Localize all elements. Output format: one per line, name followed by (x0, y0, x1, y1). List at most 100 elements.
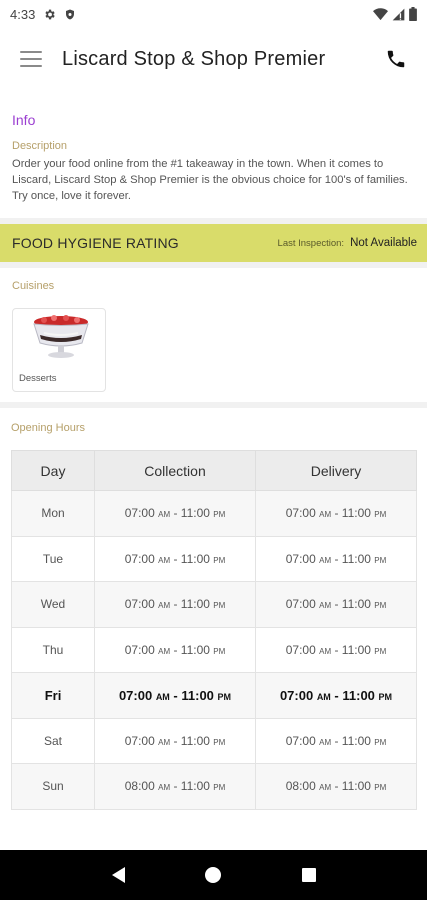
pm-label: PM (213, 601, 226, 611)
menu-icon[interactable] (20, 51, 42, 67)
delivery-hours-cell: 07:00 AM - 11:00 PM (255, 717, 417, 764)
time-separator: - (331, 779, 342, 794)
collection-close-time: 11:00 (180, 551, 210, 566)
header-day: Day (11, 450, 95, 491)
pm-label: PM (213, 555, 226, 565)
pm-label: PM (213, 646, 226, 656)
time-separator: - (331, 551, 342, 566)
collection-hours-cell: 07:00 AM - 11:00 PM (94, 717, 256, 764)
collection-hours-cell: 07:00 AM - 11:00 PM (94, 490, 256, 537)
pm-label: PM (374, 737, 387, 747)
description-label: Description (12, 140, 68, 152)
delivery-hours-cell: 07:00 AM - 11:00 PM (255, 490, 417, 537)
pm-label: PM (213, 783, 226, 793)
time-separator: - (170, 642, 181, 657)
delivery-close-time: 11:00 (341, 779, 371, 794)
collection-open-time: 07:00 (118, 687, 153, 703)
day-cell: Fri (11, 672, 95, 719)
collection-open-time: 07:00 (124, 733, 155, 748)
app-bar: Liscard Stop & Shop Premier (0, 28, 427, 90)
collection-hours-cell: 07:00 AM - 11:00 PM (94, 535, 256, 582)
wifi-icon (373, 7, 388, 21)
delivery-open-time: 07:00 (279, 687, 314, 703)
system-nav-bar (0, 850, 427, 900)
delivery-close-time: 11:00 (341, 733, 371, 748)
day-cell: Thu (11, 626, 95, 673)
description-text: Order your food online from the #1 takea… (12, 158, 408, 202)
day-cell: Wed (11, 581, 95, 628)
header-collection: Collection (94, 450, 256, 491)
collection-open-time: 08:00 (124, 779, 155, 794)
delivery-open-time: 07:00 (285, 642, 316, 657)
header-delivery: Delivery (255, 450, 417, 491)
phone-icon[interactable] (383, 46, 409, 72)
delivery-open-time: 07:00 (285, 597, 316, 612)
collection-close-time: 11:00 (181, 687, 214, 703)
collection-close-time: 11:00 (180, 506, 210, 521)
am-label: AM (158, 601, 171, 611)
collection-open-time: 07:00 (124, 642, 155, 657)
pm-label: PM (374, 783, 387, 793)
am-label: AM (319, 555, 332, 565)
am-label: AM (319, 601, 332, 611)
pm-label: PM (217, 691, 232, 702)
collection-hours-cell: 07:00 AM - 11:00 PM (94, 581, 256, 628)
cuisine-card-desserts[interactable]: Desserts (12, 308, 106, 392)
am-label: AM (319, 646, 332, 656)
time-separator: - (170, 779, 181, 794)
collection-close-time: 11:00 (180, 597, 210, 612)
collection-hours-cell: 07:00 AM - 11:00 PM (94, 626, 256, 673)
collection-open-time: 07:00 (124, 597, 155, 612)
table-row: Fri 07:00 AM - 11:00 PM 07:00 AM - 11:00 P… (11, 672, 417, 719)
hygiene-rating-bar: FOOD HYGIENE RATING Last Inspection: Not… (0, 224, 427, 262)
pm-label: PM (374, 646, 387, 656)
recents-icon[interactable] (295, 861, 323, 889)
am-label: AM (158, 646, 171, 656)
hygiene-title: FOOD HYGIENE RATING (12, 235, 179, 251)
am-label: AM (158, 783, 171, 793)
status-time: 4:33 (10, 6, 36, 22)
day-cell: Mon (11, 490, 95, 537)
collection-close-time: 11:00 (180, 733, 210, 748)
page-title: Liscard Stop & Shop Premier (62, 47, 326, 70)
time-separator: - (170, 597, 181, 612)
table-row: Mon 07:00 AM - 11:00 PM 07:00 AM - 11:00 P… (11, 490, 417, 537)
table-row: Sat 07:00 AM - 11:00 PM 07:00 AM - 11:00 P… (11, 717, 417, 764)
time-separator: - (170, 733, 181, 748)
last-inspection-value: Not Available (350, 237, 417, 249)
time-separator: - (331, 733, 342, 748)
last-inspection-label: Last Inspection: (277, 237, 345, 249)
day-cell: Tue (11, 535, 95, 582)
delivery-hours-cell: 08:00 AM - 11:00 PM (255, 763, 417, 810)
opening-hours-label: Opening Hours (11, 422, 85, 434)
battery-icon (409, 7, 417, 21)
collection-close-time: 11:00 (180, 642, 210, 657)
collection-open-time: 07:00 (124, 551, 155, 566)
delivery-open-time: 07:00 (285, 551, 316, 566)
delivery-hours-cell: 07:00 AM - 11:00 PM (255, 672, 417, 719)
am-label: AM (155, 691, 170, 702)
table-row: Thu 07:00 AM - 11:00 PM 07:00 AM - 11:00 P… (11, 626, 417, 673)
cuisine-name: Desserts (19, 373, 57, 384)
delivery-close-time: 11:00 (341, 597, 371, 612)
table-row: Wed 07:00 AM - 11:00 PM 07:00 AM - 11:00 P… (11, 581, 417, 628)
back-icon[interactable] (104, 861, 132, 889)
info-title: Info (12, 112, 36, 128)
cuisines-section: Cuisines Desserts (0, 268, 427, 402)
pm-label: PM (374, 601, 387, 611)
delivery-hours-cell: 07:00 AM - 11:00 PM (255, 535, 417, 582)
collection-hours-cell: 08:00 AM - 11:00 PM (94, 763, 256, 810)
home-icon[interactable] (199, 861, 227, 889)
opening-hours-section: Opening Hours Day Collection Delivery Mo… (0, 408, 427, 810)
delivery-open-time: 07:00 (285, 733, 316, 748)
pm-label: PM (374, 510, 387, 520)
table-row: Tue 07:00 AM - 11:00 PM 07:00 AM - 11:00 P… (11, 535, 417, 582)
delivery-hours-cell: 07:00 AM - 11:00 PM (255, 581, 417, 628)
opening-hours-table: Day Collection Delivery Mon 07:00 AM - 11… (11, 450, 417, 810)
cuisines-label: Cuisines (12, 280, 55, 292)
time-separator: - (330, 687, 343, 703)
collection-hours-cell: 07:00 AM - 11:00 PM (94, 672, 256, 719)
pm-label: PM (374, 555, 387, 565)
time-separator: - (331, 506, 342, 521)
gear-icon (43, 8, 56, 21)
